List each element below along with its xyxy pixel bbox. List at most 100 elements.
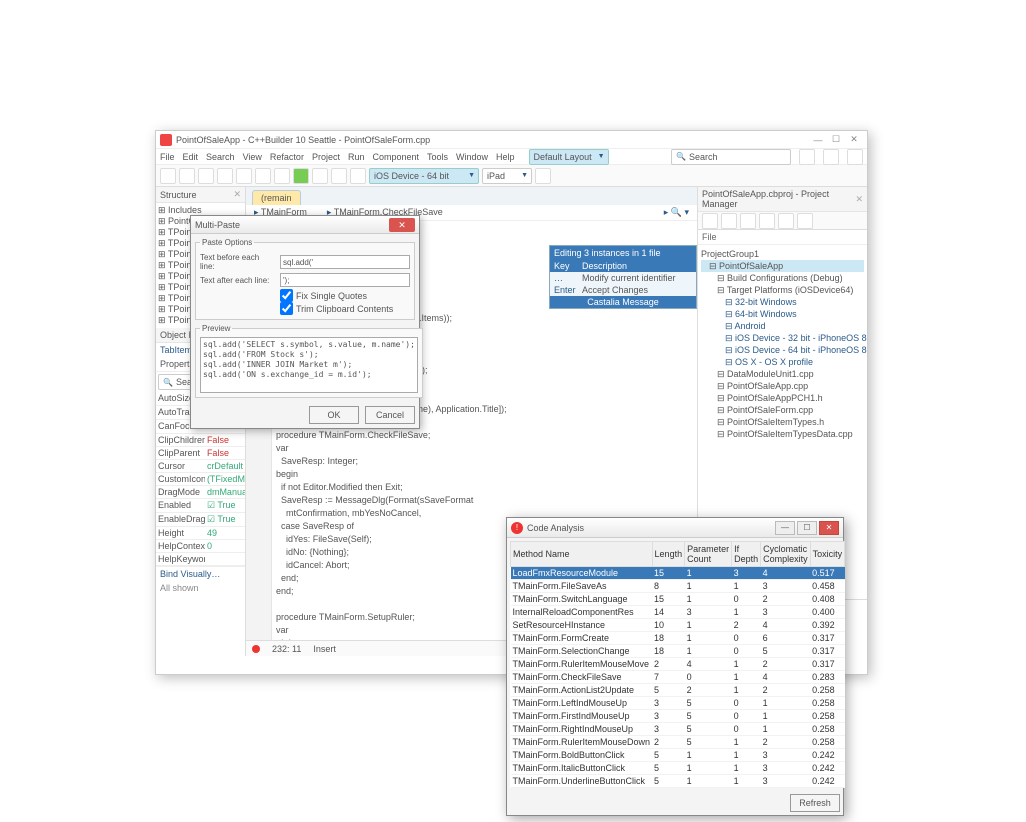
project-item[interactable]: ⊟ Android <box>701 320 864 332</box>
pm-button[interactable] <box>797 213 813 229</box>
menu-tools[interactable]: Tools <box>427 152 448 162</box>
property-row[interactable]: HelpContext0 <box>156 540 245 553</box>
refresh-button[interactable]: Refresh <box>790 794 840 812</box>
property-row[interactable]: CustomIcon(TFixedMultiResBitmap) <box>156 473 245 486</box>
toolbar-button[interactable] <box>312 168 328 184</box>
analysis-row[interactable]: TMainForm.FileSaveAs81130.458 <box>511 580 845 593</box>
toolbar-icon[interactable] <box>847 149 863 165</box>
minimize-button[interactable]: — <box>809 135 827 145</box>
property-row[interactable]: DragModedmManual <box>156 486 245 499</box>
analysis-row[interactable]: LoadFmxResourceModule151340.517 <box>511 567 845 580</box>
property-row[interactable]: ClipParentFalse <box>156 447 245 460</box>
project-item[interactable]: ⊟ Target Platforms (iOSDevice64) <box>701 284 864 296</box>
menu-edit[interactable]: Edit <box>183 152 199 162</box>
editor-tab[interactable]: (remain <box>252 190 301 205</box>
project-item[interactable]: ⊟ 32-bit Windows <box>701 296 864 308</box>
dialog-titlebar[interactable]: Multi-Paste ✕ <box>191 216 419 234</box>
menu-refactor[interactable]: Refactor <box>270 152 304 162</box>
toolbar-button[interactable] <box>198 168 214 184</box>
pm-button[interactable] <box>759 213 775 229</box>
analysis-row[interactable]: TMainForm.LeftIndMouseUp35010.258 <box>511 697 845 710</box>
property-row[interactable]: Enabled☑ True <box>156 499 245 513</box>
close-icon[interactable]: ✕ <box>233 189 241 200</box>
dialog-titlebar[interactable]: ! Code Analysis — ☐ ✕ <box>507 518 843 538</box>
pm-button[interactable] <box>740 213 756 229</box>
analysis-row[interactable]: TMainForm.ActionList2Update52120.258 <box>511 684 845 697</box>
analysis-row[interactable]: TMainForm.UnderlineButtonClick51130.242 <box>511 775 845 788</box>
project-item[interactable]: ⊟ PointOfSaleAppPCH1.h <box>701 392 864 404</box>
device2-combo[interactable]: iPad <box>482 168 532 184</box>
analysis-row[interactable]: TMainForm.RightIndMouseUp35010.258 <box>511 723 845 736</box>
toolbar-button[interactable] <box>217 168 233 184</box>
text-after-input[interactable] <box>280 273 410 287</box>
toolbar-button[interactable] <box>274 168 290 184</box>
project-item[interactable]: ⊟ 64-bit Windows <box>701 308 864 320</box>
project-item[interactable]: ⊟ PointOfSaleForm.cpp <box>701 404 864 416</box>
analysis-row[interactable]: TMainForm.CheckFileSave70140.283 <box>511 671 845 684</box>
text-before-input[interactable] <box>280 255 410 269</box>
toolbar-icon[interactable] <box>823 149 839 165</box>
toolbar-icon[interactable] <box>799 149 815 165</box>
pm-button[interactable] <box>702 213 718 229</box>
analysis-row[interactable]: TMainForm.FormCreate181060.317 <box>511 632 845 645</box>
project-item[interactable]: ⊟ OS X - OS X profile <box>701 356 864 368</box>
toolbar-button[interactable] <box>535 168 551 184</box>
analysis-row[interactable]: TMainForm.RulerItemMouseMove24120.317 <box>511 658 845 671</box>
analysis-row[interactable]: TMainForm.SelectionChange181050.317 <box>511 645 845 658</box>
property-row[interactable]: HelpKeyword <box>156 553 245 566</box>
layout-combo[interactable]: Default Layout <box>529 149 609 165</box>
menu-view[interactable]: View <box>243 152 262 162</box>
property-row[interactable]: EnableDragHighl☑ True <box>156 513 245 527</box>
analysis-table[interactable]: Method NameLengthParameter CountIf Depth… <box>510 541 845 788</box>
close-button[interactable]: ✕ <box>819 521 839 535</box>
project-item[interactable]: ⊟ PointOfSaleItemTypesData.cpp <box>701 428 864 440</box>
menu-run[interactable]: Run <box>348 152 365 162</box>
toolbar-button[interactable] <box>350 168 366 184</box>
pm-button[interactable] <box>778 213 794 229</box>
run-button[interactable] <box>293 168 309 184</box>
bind-visually-link[interactable]: Bind Visually… <box>156 566 245 581</box>
cancel-button[interactable]: Cancel <box>365 406 415 424</box>
close-button[interactable]: ✕ <box>845 134 863 145</box>
project-item[interactable]: ⊟ DataModuleUnit1.cpp <box>701 368 864 380</box>
close-icon[interactable]: ✕ <box>855 194 863 205</box>
project-item[interactable]: ⊟ iOS Device - 64 bit - iPhoneOS 8.4 <box>701 344 864 356</box>
project-item[interactable]: ⊟ Build Configurations (Debug) <box>701 272 864 284</box>
analysis-row[interactable]: TMainForm.BoldButtonClick51130.242 <box>511 749 845 762</box>
menu-window[interactable]: Window <box>456 152 488 162</box>
maximize-button[interactable]: ☐ <box>797 521 817 535</box>
analysis-row[interactable]: TMainForm.FirstIndMouseUp35010.258 <box>511 710 845 723</box>
device-combo[interactable]: iOS Device - 64 bit <box>369 168 479 184</box>
close-button[interactable]: ✕ <box>389 218 415 232</box>
toolbar-button[interactable] <box>331 168 347 184</box>
search-icon[interactable]: 🔍 ▾ <box>664 207 689 218</box>
toolbar-button[interactable] <box>236 168 252 184</box>
menu-help[interactable]: Help <box>496 152 515 162</box>
maximize-button[interactable]: ☐ <box>827 134 845 145</box>
menu-search[interactable]: Search <box>206 152 235 162</box>
project-item[interactable]: ⊟ PointOfSaleApp <box>701 260 864 272</box>
project-tree[interactable]: ProjectGroup1⊟ PointOfSaleApp⊟ Build Con… <box>698 245 867 443</box>
property-row[interactable]: Height49 <box>156 527 245 540</box>
menu-file[interactable]: File <box>160 152 175 162</box>
toolbar-button[interactable] <box>255 168 271 184</box>
analysis-row[interactable]: InternalReloadComponentRes143130.400 <box>511 606 845 619</box>
toolbar-button[interactable] <box>160 168 176 184</box>
ok-button[interactable]: OK <box>309 406 359 424</box>
analysis-row[interactable]: SetResourceHInstance101240.392 <box>511 619 845 632</box>
property-row[interactable]: CursorcrDefault <box>156 460 245 473</box>
analysis-row[interactable]: TMainForm.ItalicButtonClick51130.242 <box>511 762 845 775</box>
menu-component[interactable]: Component <box>372 152 419 162</box>
menu-project[interactable]: Project <box>312 152 340 162</box>
pm-button[interactable] <box>721 213 737 229</box>
project-item[interactable]: ProjectGroup1 <box>701 248 864 260</box>
project-item[interactable]: ⊟ PointOfSaleItemTypes.h <box>701 416 864 428</box>
toolbar-button[interactable] <box>179 168 195 184</box>
project-item[interactable]: ⊟ PointOfSaleApp.cpp <box>701 380 864 392</box>
property-row[interactable]: ClipChildrenFalse <box>156 434 245 447</box>
minimize-button[interactable]: — <box>775 521 795 535</box>
analysis-row[interactable]: TMainForm.SwitchLanguage151020.408 <box>511 593 845 606</box>
search-input[interactable]: Search <box>671 149 791 165</box>
trim-checkbox[interactable] <box>280 302 293 315</box>
fix-quotes-checkbox[interactable] <box>280 289 293 302</box>
